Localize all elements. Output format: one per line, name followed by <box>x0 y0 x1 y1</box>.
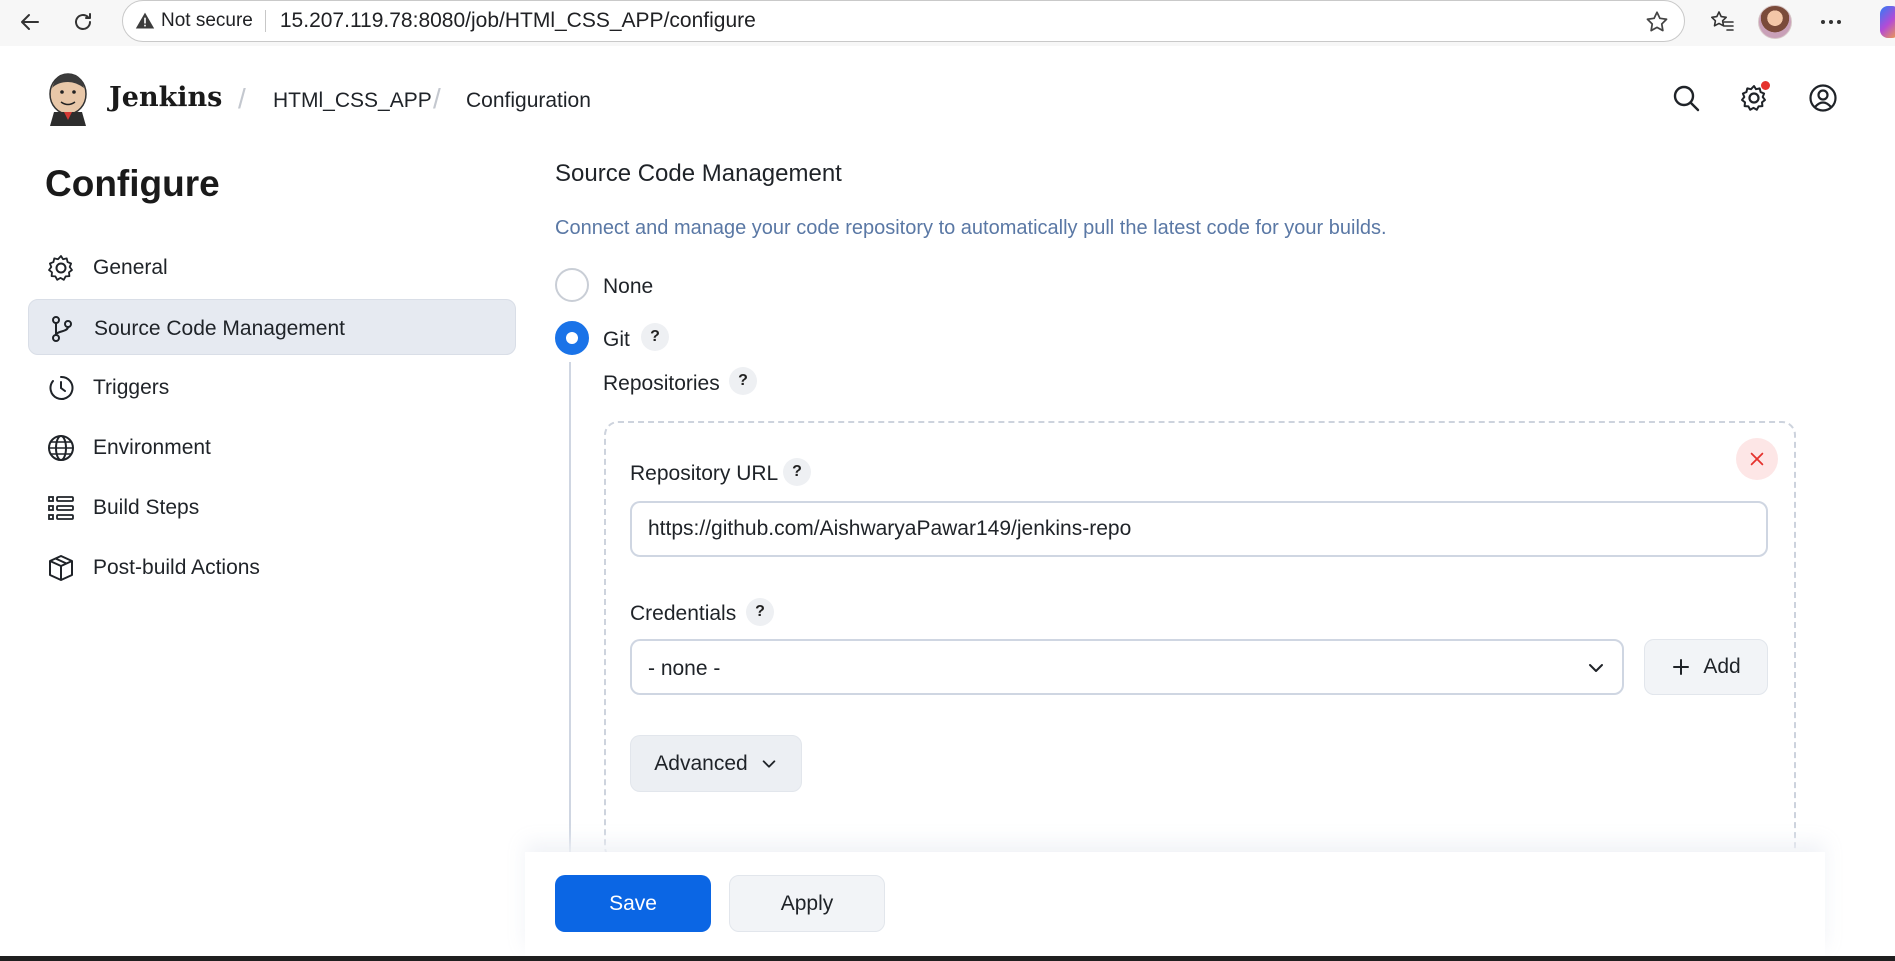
credentials-label: Credentials <box>630 602 737 625</box>
git-branch-icon <box>47 314 77 344</box>
sidebar-item-label: Environment <box>93 436 211 459</box>
remove-repository-button[interactable] <box>1736 438 1778 480</box>
credentials-selected-value: - none - <box>648 657 721 680</box>
search-icon <box>1673 85 1700 112</box>
more-button[interactable] <box>1814 5 1848 39</box>
help-repository-url-button[interactable]: ? <box>783 458 811 486</box>
omnibox-divider <box>264 10 266 32</box>
taskbar-edge <box>0 956 1895 961</box>
sidebar-item-general[interactable]: General <box>28 239 516 295</box>
list-icon <box>46 493 76 523</box>
radio-label-none[interactable]: None <box>603 275 653 299</box>
breadcrumb-job[interactable]: HTMl_CSS_APP <box>273 89 432 113</box>
add-credentials-button[interactable]: Add <box>1644 639 1768 695</box>
chevron-down-icon <box>1589 664 1603 672</box>
sidebar-title: Configure <box>45 163 220 204</box>
section-title: Source Code Management <box>555 160 842 187</box>
copilot-icon[interactable] <box>1880 6 1895 38</box>
jenkins-logo-icon[interactable] <box>46 72 90 126</box>
radio-git[interactable] <box>555 321 589 355</box>
repositories-label: Repositories <box>603 372 720 395</box>
help-repositories-button[interactable]: ? <box>729 367 757 395</box>
reload-icon <box>75 13 91 30</box>
help-git-button[interactable]: ? <box>641 323 669 351</box>
jenkins-header: Jenkins / HTMl_CSS_APP / Configuration <box>0 48 1895 150</box>
back-button[interactable] <box>12 4 48 40</box>
sidebar-item-post-build-actions[interactable]: Post-build Actions <box>28 539 516 595</box>
sidebar-item-triggers[interactable]: Triggers <box>28 359 516 415</box>
warning-icon <box>135 12 155 29</box>
apply-button[interactable]: Apply <box>729 875 885 932</box>
favorites-icon <box>1711 11 1734 31</box>
arrow-left-icon <box>21 14 39 30</box>
section-description: Connect and manage your code repository … <box>555 217 1387 239</box>
advanced-button[interactable]: Advanced <box>630 735 802 792</box>
user-account-button[interactable] <box>1806 81 1840 115</box>
notification-dot <box>1761 81 1770 90</box>
sidebar-item-label: Build Steps <box>93 496 200 519</box>
sidebar-item-label: Triggers <box>93 376 170 399</box>
bottom-action-bar <box>525 852 1825 957</box>
breadcrumb-separator: / <box>238 83 246 114</box>
manage-jenkins-button[interactable] <box>1737 81 1771 115</box>
user-icon <box>1809 84 1837 112</box>
sidebar-item-label: Source Code Management <box>94 317 345 340</box>
plus-icon <box>1673 659 1690 675</box>
gear-icon <box>46 253 76 283</box>
sidebar-item-environment[interactable]: Environment <box>28 419 516 475</box>
favorites-button[interactable] <box>1705 5 1739 39</box>
repository-url-label: Repository URL <box>630 462 779 485</box>
sidebar-item-label: Post-build Actions <box>93 556 260 579</box>
more-icon <box>1821 20 1841 24</box>
clock-icon <box>46 373 76 403</box>
package-icon <box>46 553 76 583</box>
sidebar-item-label: General <box>93 256 168 279</box>
address-bar[interactable]: Not secure 15.207.119.78:8080/job/HTMl_C… <box>122 0 1685 42</box>
breadcrumb-configuration[interactable]: Configuration <box>466 89 591 113</box>
help-credentials-button[interactable]: ? <box>746 598 774 626</box>
nested-section-line <box>569 362 571 857</box>
chevron-down-icon <box>762 759 776 768</box>
security-label[interactable]: Not secure <box>161 10 253 32</box>
profile-avatar <box>1758 5 1792 39</box>
add-credentials-label: Add <box>1703 655 1741 678</box>
advanced-label: Advanced <box>654 751 748 775</box>
url-text[interactable]: 15.207.119.78:8080/job/HTMl_CSS_APP/conf… <box>280 9 756 33</box>
profile-button[interactable] <box>1758 5 1792 39</box>
credentials-select[interactable]: - none - <box>630 639 1624 695</box>
star-icon[interactable] <box>1644 9 1670 35</box>
browser-toolbar: Not secure 15.207.119.78:8080/job/HTMl_C… <box>0 0 1895 46</box>
sidebar-item-source-code-management[interactable]: Source Code Management <box>28 299 516 355</box>
radio-none[interactable] <box>555 268 589 302</box>
save-button[interactable]: Save <box>555 875 711 932</box>
radio-label-git[interactable]: Git <box>603 328 630 352</box>
repository-url-input[interactable] <box>630 501 1768 557</box>
reload-button[interactable] <box>65 4 101 40</box>
globe-icon <box>46 433 76 463</box>
jenkins-brand[interactable]: Jenkins <box>109 82 222 113</box>
close-icon <box>1750 452 1764 466</box>
search-button[interactable] <box>1669 81 1703 115</box>
breadcrumb-separator: / <box>433 83 441 114</box>
sidebar-item-build-steps[interactable]: Build Steps <box>28 479 516 535</box>
